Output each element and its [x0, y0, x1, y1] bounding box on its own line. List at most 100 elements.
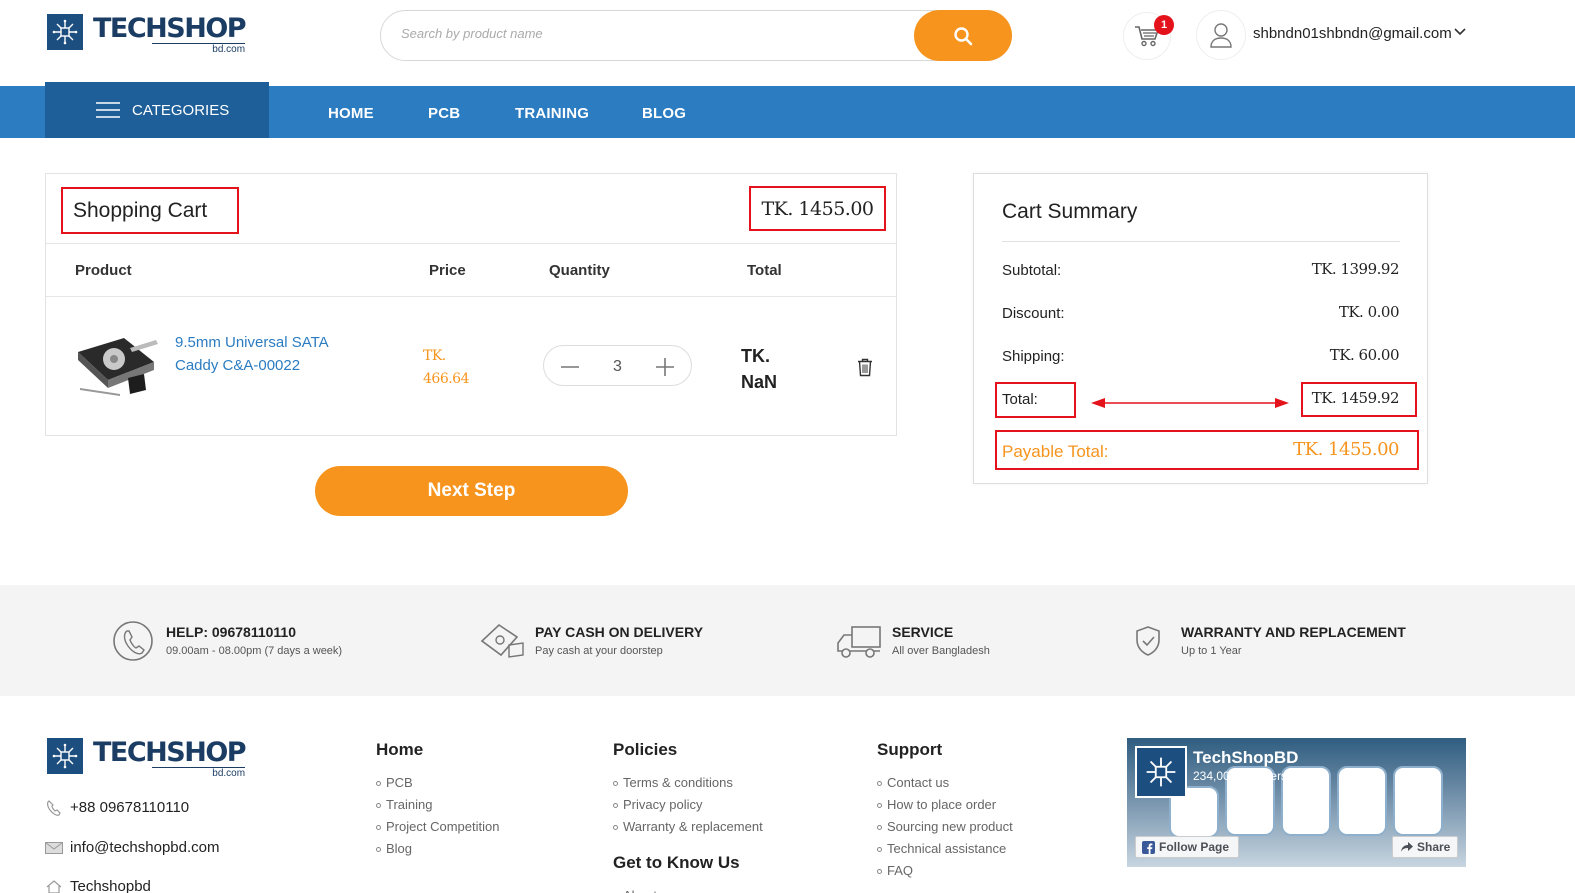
footer-heading: Policies [613, 740, 678, 759]
cart-count-badge: 1 [1154, 15, 1174, 35]
share-icon [1401, 842, 1413, 852]
nav-blog[interactable]: BLOG [642, 105, 686, 122]
footer-link-pcb[interactable]: PCB [376, 772, 499, 794]
shipping-label: Shipping: [1002, 348, 1065, 365]
footer-link-about[interactable]: About [613, 885, 763, 893]
footer-link-technical[interactable]: Technical assistance [877, 838, 1013, 860]
logo-text: TECHSHOP [93, 737, 247, 768]
footer-address-text: Techshopbd [70, 878, 151, 893]
main-nav: CATEGORIES HOME PCB TRAINING BLOG [0, 82, 1575, 138]
site-logo[interactable]: TECHSHOP bd.com [47, 13, 247, 55]
chip-logo-icon [47, 14, 83, 50]
menu-icon [96, 102, 120, 118]
footer-link-how-to-order[interactable]: How to place order [877, 794, 1013, 816]
column-product: Product [75, 262, 132, 279]
divider [46, 296, 896, 297]
search-button[interactable] [914, 10, 1012, 61]
fb-followers: 234,003 followers [1193, 769, 1288, 783]
footer-link-warranty[interactable]: Warranty & replacement [613, 816, 763, 838]
search-icon [954, 26, 973, 45]
logo-text: TECHSHOP [93, 13, 247, 44]
discount-label: Discount: [1002, 305, 1065, 322]
user-avatar[interactable] [1196, 10, 1246, 60]
categories-button[interactable]: CATEGORIES [45, 82, 269, 138]
footer-logo[interactable]: TECHSHOP bd.com [47, 737, 247, 779]
nav-training[interactable]: TRAINING [515, 105, 589, 122]
cart-summary-panel: Cart Summary Subtotal: TK. 1399.92 Disco… [973, 173, 1428, 484]
features-strip: HELP: 09678110110 09.00am - 08.00pm (7 d… [0, 585, 1575, 696]
product-name-link[interactable]: 9.5mm Universal SATA Caddy C&A-00022 [175, 332, 365, 377]
double-arrow-annotation [1091, 398, 1289, 408]
shopping-cart-panel: Shopping Cart TK. 1455.00 Product Price … [45, 173, 897, 436]
feature-title: WARRANTY AND REPLACEMENT [1181, 624, 1406, 640]
footer-email: info@techshopbd.com [45, 839, 219, 856]
feature-title: SERVICE [892, 624, 954, 640]
quantity-increase-button[interactable] [655, 357, 675, 377]
categories-label: CATEGORIES [132, 101, 230, 119]
fb-share-button[interactable]: Share [1392, 836, 1458, 858]
footer-link-privacy[interactable]: Privacy policy [613, 794, 763, 816]
footer-phone-text: +88 09678110110 [70, 799, 190, 816]
phone-icon [110, 619, 156, 663]
feature-service: SERVICE All over Bangladesh [836, 619, 990, 663]
subtotal-value: TK. 1399.92 [1311, 260, 1400, 278]
footer-phone: +88 09678110110 [45, 799, 189, 816]
column-price: Price [429, 262, 466, 279]
search-input[interactable] [401, 26, 901, 41]
fb-page-name[interactable]: TechShopBD [1193, 748, 1298, 768]
user-email[interactable]: shbndn01shbndn@gmail.com [1253, 25, 1452, 42]
footer-col-support: Support Contact us How to place order So… [877, 740, 1013, 882]
chevron-down-icon[interactable] [1454, 28, 1466, 36]
mail-icon [45, 841, 63, 854]
footer-link-faq[interactable]: FAQ [877, 860, 1013, 882]
footer-link-project-competition[interactable]: Project Competition [376, 816, 499, 838]
phone-icon [47, 799, 61, 816]
product-image[interactable] [70, 332, 162, 404]
footer-link-terms[interactable]: Terms & conditions [613, 772, 763, 794]
feature-title: PAY CASH ON DELIVERY [535, 624, 704, 640]
quantity-stepper: 3 [543, 345, 692, 386]
footer-heading: Support [877, 740, 943, 759]
cash-icon [479, 619, 525, 663]
search-bar [380, 10, 1012, 61]
feature-subtitle: Up to 1 Year [1181, 645, 1242, 657]
user-icon [1210, 23, 1232, 48]
footer-email-text[interactable]: info@techshopbd.com [70, 839, 219, 856]
trash-icon[interactable] [857, 358, 873, 377]
nav-home[interactable]: HOME [328, 105, 374, 122]
fb-follow-button[interactable]: Follow Page [1135, 836, 1239, 858]
cart-button[interactable]: 1 [1123, 12, 1174, 60]
feature-title: HELP: 09678110110 [166, 624, 296, 640]
feature-subtitle: Pay cash at your doorstep [535, 645, 663, 657]
subtotal-label: Subtotal: [1002, 262, 1062, 279]
site-header: TECHSHOP bd.com 1 shbndn01shbndn@gmail.c… [0, 0, 1575, 86]
cover-tile [1393, 766, 1443, 836]
shipping-value: TK. 60.00 [1329, 346, 1400, 364]
footer-col-policies: Policies Terms & conditions Privacy poli… [613, 740, 763, 893]
footer-col-home: Home PCB Training Project Competition Bl… [376, 740, 499, 860]
logo-subtext: bd.com [152, 767, 246, 780]
feature-subtitle: All over Bangladesh [892, 645, 990, 657]
column-quantity: Quantity [549, 262, 610, 279]
feature-warranty: WARRANTY AND REPLACEMENT Up to 1 Year [1125, 619, 1406, 663]
payable-total-value: TK. 1455.00 [1293, 439, 1399, 460]
footer-link-blog[interactable]: Blog [376, 838, 499, 860]
divider [46, 243, 896, 244]
next-step-button[interactable]: Next Step [315, 466, 628, 516]
facebook-icon [1142, 840, 1155, 854]
product-price: TK. 466.64 [423, 348, 470, 387]
feature-help: HELP: 09678110110 09.00am - 08.00pm (7 d… [110, 619, 342, 663]
footer-link-sourcing[interactable]: Sourcing new product [877, 816, 1013, 838]
truck-icon [836, 619, 882, 663]
total-value: TK. 1459.92 [1311, 389, 1400, 407]
facebook-page-widget[interactable]: TechShopBD 234,003 followers Follow Page… [1127, 738, 1466, 867]
nav-pcb[interactable]: PCB [428, 105, 460, 122]
cart-title: Shopping Cart [61, 187, 239, 234]
footer-heading[interactable]: Home [376, 740, 499, 760]
home-icon [46, 879, 62, 893]
shield-icon [1125, 619, 1171, 663]
footer-link-contact[interactable]: Contact us [877, 772, 1013, 794]
cover-tile [1337, 766, 1387, 836]
footer-link-training[interactable]: Training [376, 794, 499, 816]
product-line-total: TK. NaN [741, 346, 778, 392]
